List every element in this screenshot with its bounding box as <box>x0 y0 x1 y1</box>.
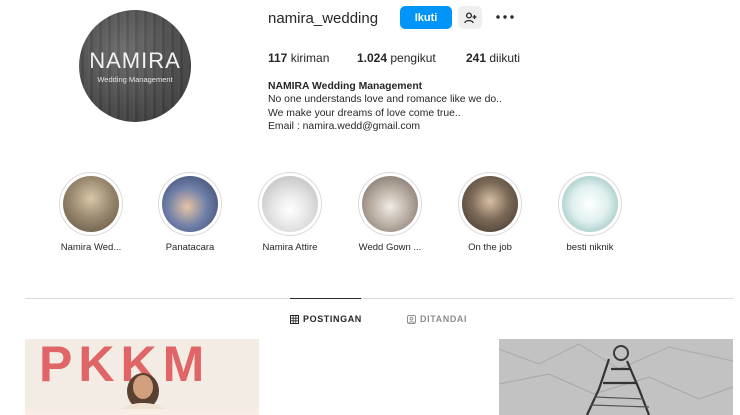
highlight-item[interactable]: Wedd Gown ... <box>340 172 440 253</box>
more-dots-icon <box>496 15 514 19</box>
highlight-label: besti niknik <box>566 242 614 253</box>
profile-username: namira_wedding <box>268 10 379 27</box>
avatar-brand-subtext: Wedding Management <box>97 75 173 84</box>
bio-line-1: No one understands love and romance like… <box>268 94 502 106</box>
highlight-thumbnail <box>262 176 318 232</box>
tab-posts[interactable]: POSTINGAN <box>290 314 362 324</box>
post-thumbnail[interactable]: PKKM <box>25 339 259 415</box>
highlight-ring <box>558 172 622 236</box>
tagged-person-icon <box>407 314 416 324</box>
highlight-ring <box>258 172 322 236</box>
tab-posts-label: POSTINGAN <box>303 314 362 324</box>
highlight-label: Wedd Gown ... <box>358 242 422 253</box>
active-tab-indicator <box>290 298 361 299</box>
following-count-label: diikuti <box>489 51 521 65</box>
post-thumbnail[interactable] <box>499 339 733 415</box>
post-poster-text: PKKM <box>39 339 210 392</box>
tabs-divider <box>25 298 733 299</box>
highlight-ring <box>458 172 522 236</box>
highlight-label: On the job <box>468 242 512 253</box>
posts-count-value: 117 <box>268 51 288 65</box>
highlight-item[interactable]: besti niknik <box>540 172 640 253</box>
following-count-value: 241 <box>466 51 487 65</box>
post-image <box>499 339 733 415</box>
highlight-thumbnail <box>562 176 618 232</box>
followers-count-label: pengikut <box>390 51 436 65</box>
highlight-item[interactable]: Namira Wed... <box>41 172 141 253</box>
highlight-ring <box>158 172 222 236</box>
tab-tagged[interactable]: DITANDAI <box>407 314 467 324</box>
profile-avatar[interactable]: NAMIRA Wedding Management <box>79 10 191 122</box>
highlight-item[interactable]: Namira Attire <box>240 172 340 253</box>
posts-count: 117 kiriman <box>268 51 329 65</box>
more-options-button[interactable] <box>494 9 516 25</box>
posts-count-label: kiriman <box>290 51 330 65</box>
bio-line-2: We make your dreams of love come true.. <box>268 107 461 119</box>
highlight-item[interactable]: Panatacara <box>140 172 240 253</box>
highlight-label: Namira Attire <box>262 242 318 253</box>
highlight-thumbnail <box>362 176 418 232</box>
highlight-thumbnail <box>63 176 119 232</box>
following-count[interactable]: 241 diikuti <box>466 51 520 65</box>
profile-bio: NAMIRA Wedding Management No one underst… <box>268 80 502 134</box>
avatar-brand-text: NAMIRA <box>89 48 181 73</box>
tab-tagged-label: DITANDAI <box>420 314 468 324</box>
followers-count[interactable]: 1.024 pengikut <box>357 51 436 65</box>
followers-count-value: 1.024 <box>357 51 388 65</box>
follow-button[interactable]: Ikuti <box>400 6 452 29</box>
highlight-item[interactable]: On the job <box>440 172 540 253</box>
bio-line-3: Email : namira.wedd@gmail.com <box>268 121 421 133</box>
grid-icon <box>290 314 299 324</box>
bio-name: NAMIRA Wedding Management <box>268 81 423 92</box>
highlight-ring <box>59 172 123 236</box>
highlight-ring <box>358 172 422 236</box>
highlight-thumbnail <box>462 176 518 232</box>
suggest-user-button[interactable] <box>458 6 482 29</box>
highlight-label: Panatacara <box>165 242 215 253</box>
add-user-icon <box>463 11 476 23</box>
highlight-label: Namira Wed... <box>60 242 122 253</box>
post-image: PKKM <box>25 339 259 415</box>
highlight-thumbnail <box>162 176 218 232</box>
